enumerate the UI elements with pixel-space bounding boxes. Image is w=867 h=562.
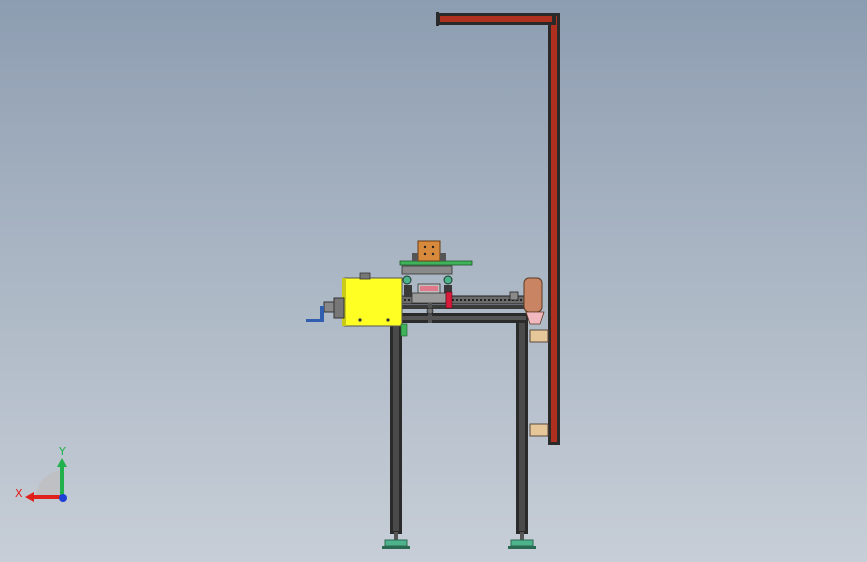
post-bracket-upper xyxy=(529,329,549,343)
triad-y-label: Y xyxy=(58,445,66,458)
cad-model-view[interactable]: Y X xyxy=(0,0,867,562)
x-axis-arrow-icon xyxy=(25,492,34,502)
triad-x-label: X xyxy=(15,487,23,500)
yellow-gearbox[interactable] xyxy=(342,272,403,327)
green-connector xyxy=(400,323,408,337)
main-crossbar[interactable] xyxy=(398,313,528,323)
left-leg[interactable] xyxy=(390,322,402,534)
vertical-post[interactable] xyxy=(548,13,560,445)
top-overhang-arm[interactable] xyxy=(436,12,556,26)
right-leveling-foot[interactable] xyxy=(508,532,536,549)
red-slider[interactable] xyxy=(445,291,453,309)
left-leveling-foot[interactable] xyxy=(382,532,410,549)
top-plate[interactable] xyxy=(399,260,473,275)
triad-arc xyxy=(36,470,62,497)
reference-triad: Y X xyxy=(15,445,67,502)
hand-crank[interactable] xyxy=(306,297,345,322)
orange-block[interactable] xyxy=(412,240,446,262)
z-axis-dot-icon xyxy=(59,494,67,502)
y-axis-arrow-icon xyxy=(57,458,67,467)
right-leg[interactable] xyxy=(516,314,528,534)
rail-block xyxy=(509,291,519,301)
post-bracket-lower xyxy=(529,423,549,437)
graphics-viewport[interactable]: Y X xyxy=(0,0,867,562)
